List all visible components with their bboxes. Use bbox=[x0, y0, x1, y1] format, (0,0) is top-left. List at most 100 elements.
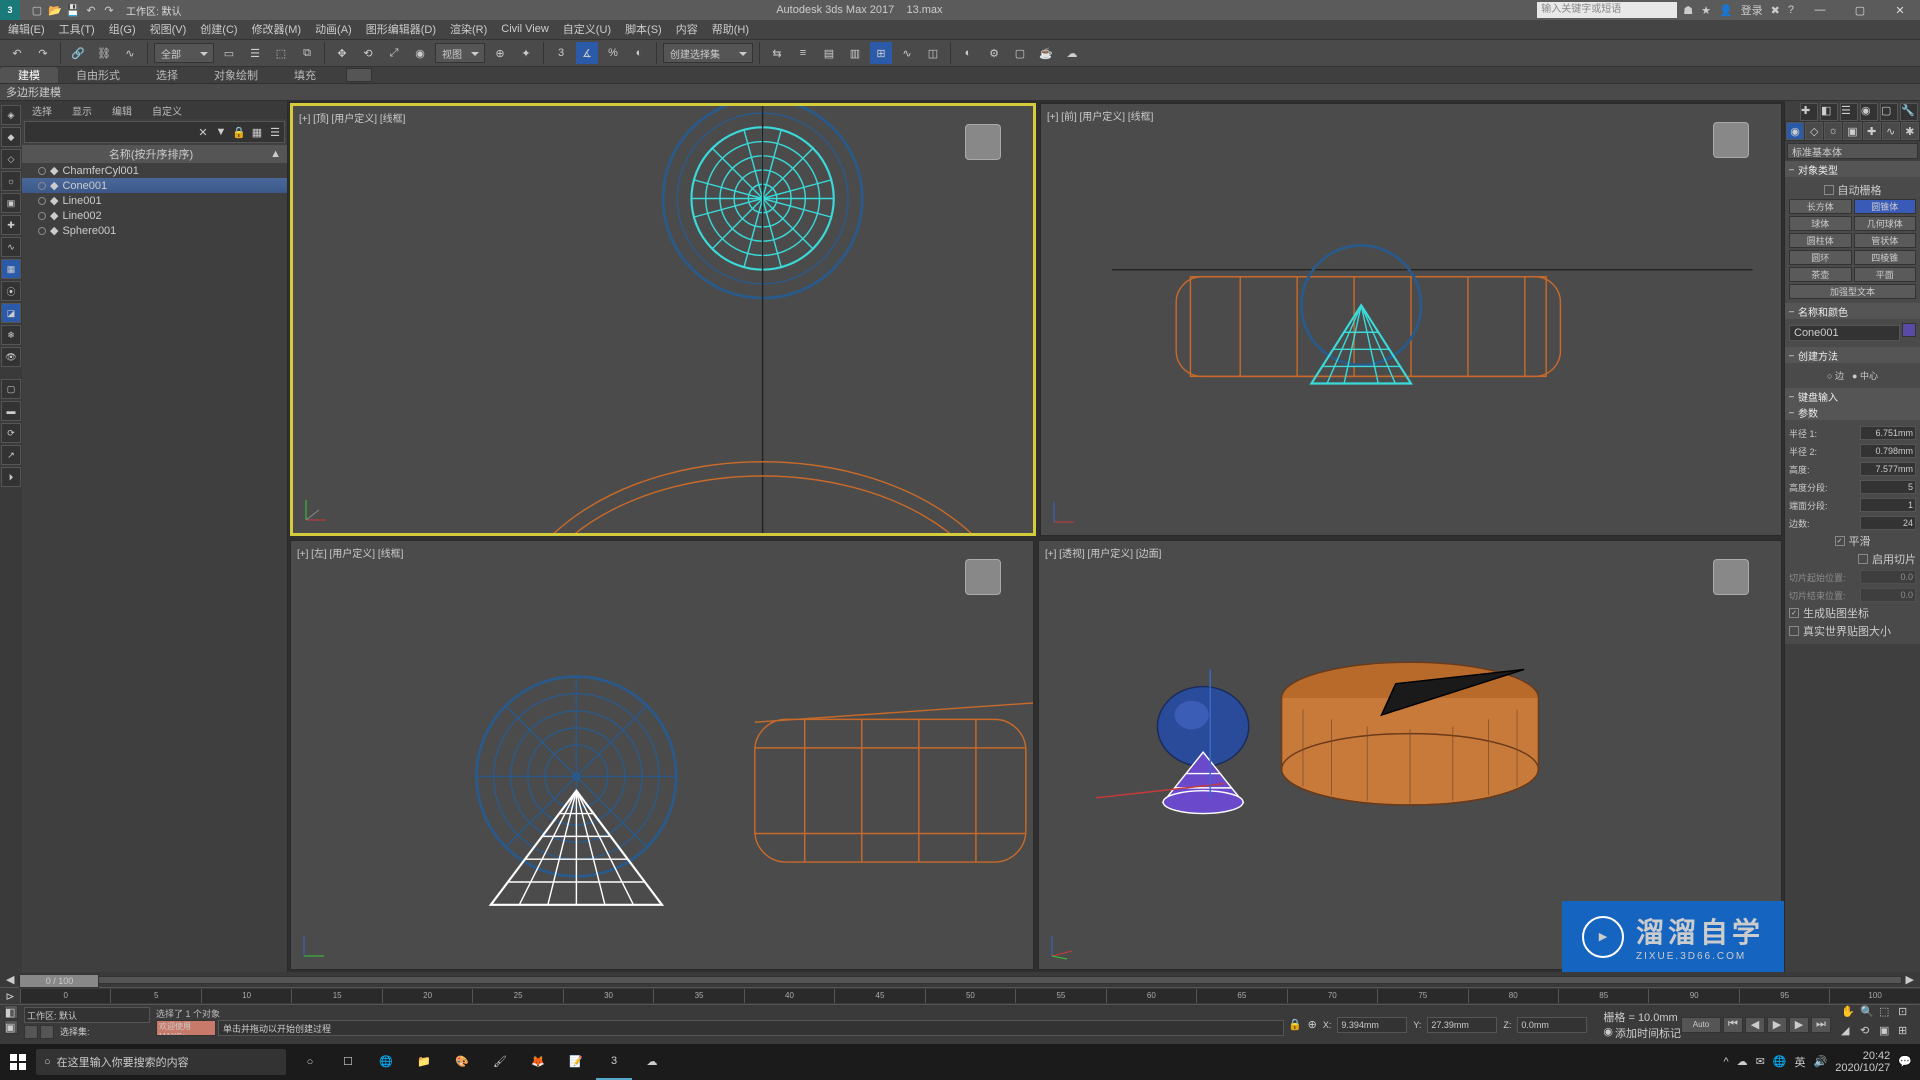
ribbon-tab-selection[interactable]: 选择 bbox=[138, 67, 196, 83]
viewport-config-icon[interactable]: ⊞ bbox=[1898, 1024, 1914, 1042]
ribbon-tab-paint[interactable]: 对象绘制 bbox=[196, 67, 276, 83]
expand-icon[interactable]: ▢ bbox=[1, 379, 21, 399]
move-icon[interactable]: ✥ bbox=[331, 42, 353, 64]
select-name-icon[interactable]: ☰ bbox=[244, 42, 266, 64]
clear-search-icon[interactable]: ✕ bbox=[194, 123, 212, 141]
realworld-checkbox[interactable] bbox=[1789, 626, 1799, 636]
systems-cat-icon[interactable]: ✱ bbox=[1901, 122, 1919, 140]
render-setup-icon[interactable]: ⚙ bbox=[983, 42, 1005, 64]
spinner-snap-icon[interactable]: ◐ bbox=[628, 42, 650, 64]
autokey-button[interactable]: Auto bbox=[1681, 1017, 1721, 1033]
taskbar-search[interactable]: ○在这里输入你要搜索的内容 bbox=[36, 1049, 286, 1075]
radius1-spinner[interactable]: 6.751mm bbox=[1860, 426, 1916, 440]
pivot-icon[interactable]: ⊕ bbox=[489, 42, 511, 64]
orbit-icon[interactable]: ⟲ bbox=[1860, 1024, 1876, 1042]
select-rect-icon[interactable]: ⬚ bbox=[270, 42, 292, 64]
view-mode-icon[interactable]: ▦ bbox=[248, 123, 266, 141]
network-icon[interactable]: 🌐 bbox=[1773, 1055, 1787, 1068]
hidden-icon[interactable]: 👁 bbox=[1, 347, 21, 367]
undo-icon[interactable]: ↶ bbox=[6, 42, 28, 64]
task-view-icon[interactable]: ☐ bbox=[330, 1044, 366, 1080]
named-selection-dropdown[interactable]: 创建选择集 bbox=[663, 43, 753, 63]
utilities-tab-icon[interactable]: 🔧 bbox=[1900, 103, 1918, 121]
collapse-icon[interactable]: ▬ bbox=[1, 401, 21, 421]
user-icon[interactable]: 👤 bbox=[1719, 4, 1733, 17]
login-label[interactable]: 登录 bbox=[1741, 2, 1763, 18]
primitive-sphere-button[interactable]: 球体 bbox=[1789, 216, 1852, 231]
system-clock[interactable]: 20:422020/10/27 bbox=[1835, 1050, 1890, 1074]
viewcube[interactable] bbox=[953, 116, 1013, 176]
primitive-torus-button[interactable]: 圆环 bbox=[1789, 250, 1852, 265]
menu-create[interactable]: 创建(C) bbox=[200, 21, 237, 37]
primitive-geosphere-button[interactable]: 几何球体 bbox=[1854, 216, 1917, 231]
paint-icon[interactable]: 🎨 bbox=[444, 1044, 480, 1080]
zoom-region-icon[interactable]: ⬚ bbox=[1879, 1005, 1895, 1023]
mail-icon[interactable]: ✉ bbox=[1756, 1055, 1765, 1068]
motion-tab-icon[interactable]: ◉ bbox=[1860, 103, 1878, 121]
onedrive-icon[interactable]: ☁ bbox=[1737, 1055, 1748, 1068]
snap-toggle-icon[interactable]: 3 bbox=[550, 42, 572, 64]
genmap-checkbox[interactable]: ✓ bbox=[1789, 608, 1799, 618]
create-tab-icon[interactable]: ✚ bbox=[1800, 103, 1818, 121]
scale-icon[interactable]: ⤢ bbox=[383, 42, 405, 64]
app-icon[interactable]: 🖌 bbox=[482, 1044, 518, 1080]
menu-content[interactable]: 内容 bbox=[676, 21, 698, 37]
help-icon[interactable]: ? bbox=[1788, 4, 1794, 16]
lock-selection-icon[interactable]: 🔒 bbox=[230, 123, 248, 141]
next-frame-icon[interactable]: ▶ bbox=[1789, 1017, 1809, 1033]
groups-filter-icon[interactable]: ▦ bbox=[1, 259, 21, 279]
notes-icon[interactable]: 📝 bbox=[558, 1044, 594, 1080]
ribbon-tab-populate[interactable]: 填充 bbox=[276, 67, 334, 83]
smooth-checkbox[interactable]: ✓ bbox=[1835, 536, 1845, 546]
menu-view[interactable]: 视图(V) bbox=[150, 21, 187, 37]
object-name-input[interactable]: Cone001 bbox=[1789, 325, 1900, 341]
angle-snap-icon[interactable]: ∡ bbox=[576, 42, 598, 64]
filter-icon[interactable]: ▼ bbox=[212, 123, 230, 141]
display-all-icon[interactable]: ◈ bbox=[1, 105, 21, 125]
menu-edit[interactable]: 编辑(E) bbox=[8, 21, 45, 37]
notification-icon[interactable]: 💬 bbox=[1898, 1055, 1912, 1068]
viewcube[interactable] bbox=[953, 551, 1013, 611]
cap-seg-spinner[interactable]: 1 bbox=[1860, 498, 1916, 512]
menu-modifiers[interactable]: 修改器(M) bbox=[252, 21, 302, 37]
time-tag-icon[interactable]: ◉ bbox=[1603, 1025, 1613, 1041]
menu-script[interactable]: 脚本(S) bbox=[625, 21, 662, 37]
cortana-icon[interactable]: ○ bbox=[292, 1044, 328, 1080]
rotate-icon[interactable]: ⟲ bbox=[357, 42, 379, 64]
bone-filter-icon[interactable]: ⦿ bbox=[1, 281, 21, 301]
primitive-cone-button[interactable]: 圆锥体 bbox=[1854, 199, 1917, 214]
rollout-header[interactable]: 名称和颜色 bbox=[1785, 303, 1920, 319]
viewport-top[interactable]: [+] [顶] [用户定义] [线框] bbox=[290, 103, 1036, 536]
geometry-cat-icon[interactable]: ◉ bbox=[1786, 122, 1804, 140]
coord-z[interactable]: 0.0mm bbox=[1517, 1017, 1587, 1033]
rollout-header[interactable]: 键盘输入 bbox=[1785, 388, 1920, 404]
helpers-filter-icon[interactable]: ✚ bbox=[1, 215, 21, 235]
window-crossing-icon[interactable]: ⧉ bbox=[296, 42, 318, 64]
slider-prev-icon[interactable]: ◀ bbox=[6, 973, 14, 986]
render-frame-icon[interactable]: ▢ bbox=[1009, 42, 1031, 64]
redo-icon[interactable]: ↷ bbox=[102, 3, 116, 17]
scene-tab-custom[interactable]: 自定义 bbox=[142, 101, 192, 119]
minimize-button[interactable]: — bbox=[1800, 0, 1840, 20]
fov-icon[interactable]: ◢ bbox=[1841, 1024, 1857, 1042]
viewcube[interactable] bbox=[1701, 114, 1761, 174]
3dsmax-taskbar-icon[interactable]: 3 bbox=[596, 1044, 632, 1080]
zoom-icon[interactable]: 🔍 bbox=[1860, 1005, 1876, 1023]
viewport-left[interactable]: [+] [左] [用户定义] [线框] bbox=[290, 540, 1034, 970]
app-logo[interactable]: 3 bbox=[0, 0, 20, 20]
select-object-icon[interactable]: ▭ bbox=[218, 42, 240, 64]
pick-icon[interactable]: ↗ bbox=[1, 445, 21, 465]
menu-rendering[interactable]: 渲染(R) bbox=[450, 21, 487, 37]
layer-explorer-icon[interactable]: ▥ bbox=[844, 42, 866, 64]
menu-customize[interactable]: 自定义(U) bbox=[563, 21, 611, 37]
viewcube[interactable] bbox=[1701, 551, 1761, 611]
layers-icon[interactable]: ▤ bbox=[818, 42, 840, 64]
menu-grapheditors[interactable]: 图形编辑器(D) bbox=[366, 21, 436, 37]
lights-cat-icon[interactable]: ☼ bbox=[1824, 122, 1842, 140]
cameras-cat-icon[interactable]: ▣ bbox=[1843, 122, 1861, 140]
frozen-icon[interactable]: ❄ bbox=[1, 325, 21, 345]
maxscript-toggle[interactable]: ◧ bbox=[4, 1005, 18, 1019]
primitive-teapot-button[interactable]: 茶壶 bbox=[1789, 267, 1852, 282]
refcoord-dropdown[interactable]: 视图 bbox=[435, 43, 485, 63]
percent-snap-icon[interactable]: % bbox=[602, 42, 624, 64]
